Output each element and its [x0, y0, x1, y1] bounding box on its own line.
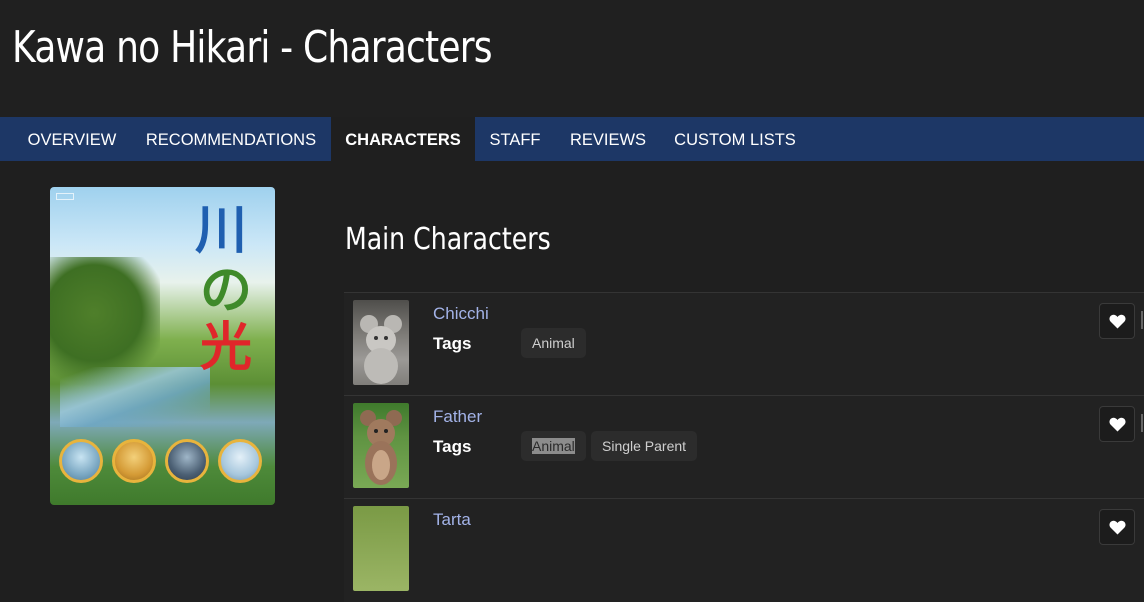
cover-image[interactable]: 川 の 光 — [50, 187, 275, 505]
tab-recommendations[interactable]: RECOMMENDATIONS — [135, 117, 327, 161]
heart-icon — [1109, 314, 1126, 329]
tag-animal-label: Animal — [532, 438, 575, 454]
character-image-father[interactable] — [353, 403, 409, 488]
mouse-figure-icon — [360, 410, 402, 485]
heart-icon — [1109, 520, 1126, 535]
favorite-button[interactable] — [1099, 509, 1135, 545]
poster-medal-1 — [59, 439, 103, 483]
character-image-tarta[interactable] — [353, 506, 409, 591]
poster-corner-mark — [56, 193, 74, 200]
poster-title-glyph-3: 光 — [200, 317, 253, 378]
nav-bar: OVERVIEW RECOMMENDATIONS CHARACTERS STAF… — [0, 117, 1144, 161]
favorite-button[interactable] — [1099, 303, 1135, 339]
mouse-figure-icon — [360, 315, 402, 384]
tab-overview[interactable]: OVERVIEW — [13, 117, 131, 161]
action-button-edge[interactable] — [1141, 414, 1143, 432]
tags-label: Tags — [433, 334, 472, 353]
poster-river — [60, 367, 210, 427]
character-row-tarta: Tarta — [344, 498, 1144, 602]
tag-single-parent[interactable]: Single Parent — [591, 431, 698, 461]
character-image-chicchi[interactable] — [353, 300, 409, 385]
poster-medal-2 — [112, 439, 156, 483]
section-title: Main Characters — [345, 222, 551, 257]
character-name[interactable]: Tarta — [433, 510, 471, 530]
tag-animal[interactable]: Animal — [521, 328, 586, 358]
poster-title-glyph-1: 川 — [195, 200, 248, 261]
tab-custom-lists[interactable]: CUSTOM LISTS — [666, 117, 804, 161]
character-name[interactable]: Father — [433, 407, 482, 427]
tab-characters[interactable]: CHARACTERS — [331, 117, 475, 161]
action-button-edge[interactable] — [1141, 311, 1143, 329]
page-header: Kawa no Hikari - Characters — [0, 0, 1144, 117]
tab-staff[interactable]: STAFF — [480, 117, 550, 161]
character-row-chicchi: Chicchi Tags Animal — [344, 292, 1144, 396]
poster-medal-4 — [218, 439, 262, 483]
heart-icon — [1109, 417, 1126, 432]
character-name[interactable]: Chicchi — [433, 304, 489, 324]
favorite-button[interactable] — [1099, 406, 1135, 442]
tags-label: Tags — [433, 437, 472, 456]
tab-reviews[interactable]: REVIEWS — [560, 117, 656, 161]
poster-title-glyph-2: の — [200, 260, 253, 321]
character-row-father: Father Tags Animal Single Parent — [344, 395, 1144, 499]
page-title: Kawa no Hikari - Characters — [12, 22, 493, 73]
tag-animal[interactable]: Animal — [521, 431, 586, 461]
poster-medal-3 — [165, 439, 209, 483]
